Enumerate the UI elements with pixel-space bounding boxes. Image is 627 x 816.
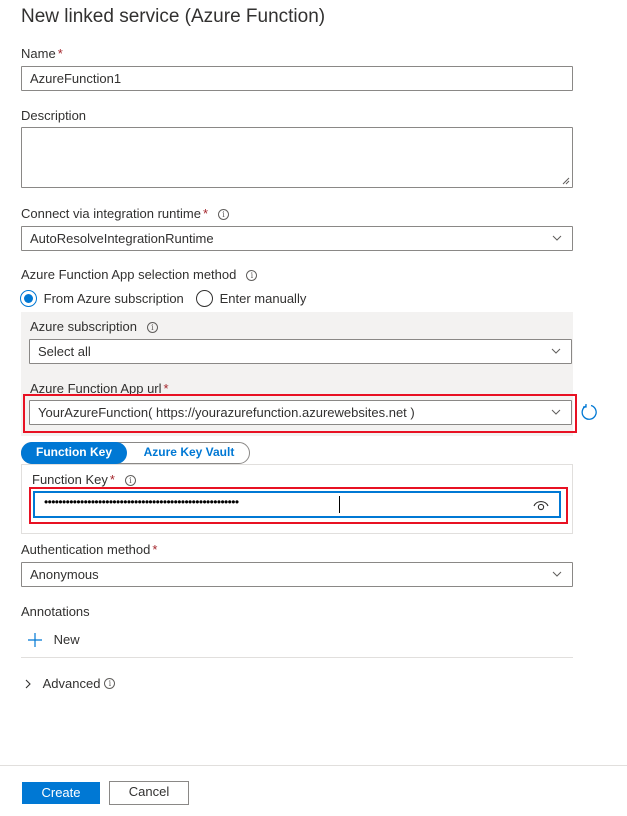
selection-method-label-text: Azure Function App selection method (21, 267, 237, 282)
info-icon[interactable]: i (218, 209, 229, 220)
function-key-input[interactable]: ••••••••••••••••••••••••••••••••••••••••… (33, 491, 561, 518)
info-icon[interactable]: i (246, 270, 258, 281)
chevron-right-icon (25, 679, 31, 688)
function-key-label: Function Key * i (32, 472, 136, 487)
selection-method-label: Azure Function App selection method i (21, 267, 258, 282)
radio-from-subscription[interactable]: From Azure subscription (20, 290, 184, 308)
plus-icon (28, 632, 42, 647)
runtime-label-text: Connect via integration runtime (21, 206, 201, 221)
annotations-label: Annotations (21, 604, 90, 619)
required-marker: * (57, 46, 63, 61)
auth-label: Authentication method * (21, 542, 157, 557)
required-marker: * (152, 542, 158, 557)
footer-divider (0, 765, 627, 766)
info-icon[interactable]: i (124, 475, 136, 486)
info-icon[interactable]: i (104, 678, 116, 689)
description-label: Description (21, 108, 87, 123)
divider (21, 657, 573, 658)
auth-select[interactable]: Anonymous (21, 562, 573, 587)
advanced-expander[interactable]: Advanced i (24, 675, 116, 692)
radio-unchecked-icon[interactable] (196, 290, 213, 308)
add-annotation-label: New (53, 632, 80, 648)
description-textarea[interactable] (21, 127, 573, 188)
chevron-down-icon (551, 348, 561, 354)
radio-checked-icon[interactable] (20, 290, 37, 308)
function-key-label-text: Function Key (32, 472, 108, 487)
create-button[interactable]: Create (22, 782, 100, 804)
text-cursor (339, 496, 340, 513)
app-url-select-value: YourAzureFunction( https://yourazurefunc… (38, 405, 415, 420)
runtime-select-value: AutoResolveIntegrationRuntime (30, 231, 214, 246)
required-marker: * (202, 206, 208, 221)
add-annotation-button[interactable]: New (27, 631, 80, 649)
subscription-label: Azure subscription i (30, 319, 158, 334)
auth-select-value: Anonymous (30, 567, 99, 582)
name-input[interactable]: AzureFunction1 (21, 66, 573, 91)
runtime-label: Connect via integration runtime * i (21, 206, 229, 221)
name-label: Name * (21, 46, 63, 61)
advanced-label: Advanced (42, 676, 101, 692)
auth-label-text: Authentication method (21, 542, 151, 557)
chevron-down-icon (552, 571, 562, 577)
tab-azure-key-vault[interactable]: Azure Key Vault (130, 442, 248, 462)
radio-enter-manually[interactable]: Enter manually (196, 290, 307, 308)
radio-label: Enter manually (219, 291, 307, 307)
info-icon[interactable]: i (146, 322, 158, 333)
app-url-select[interactable]: YourAzureFunction( https://yourazurefunc… (29, 400, 572, 425)
cancel-button[interactable]: Cancel (109, 781, 189, 805)
required-marker: * (109, 472, 115, 487)
eye-reveal-icon[interactable] (533, 498, 549, 512)
chevron-down-icon (552, 235, 562, 241)
tab-function-key[interactable]: Function Key (21, 442, 127, 464)
subscription-select[interactable]: Select all (29, 339, 572, 364)
name-label-text: Name (21, 46, 56, 61)
refresh-icon[interactable] (580, 403, 598, 421)
subscription-select-value: Select all (38, 344, 91, 359)
resize-grip-icon[interactable] (562, 177, 570, 185)
subscription-label-text: Azure subscription (30, 319, 137, 334)
runtime-select[interactable]: AutoResolveIntegrationRuntime (21, 226, 573, 251)
radio-label: From Azure subscription (43, 291, 184, 307)
page-title: New linked service (Azure Function) (21, 6, 326, 27)
chevron-down-icon (551, 409, 561, 415)
function-key-masked-value: ••••••••••••••••••••••••••••••••••••••••… (44, 495, 239, 509)
